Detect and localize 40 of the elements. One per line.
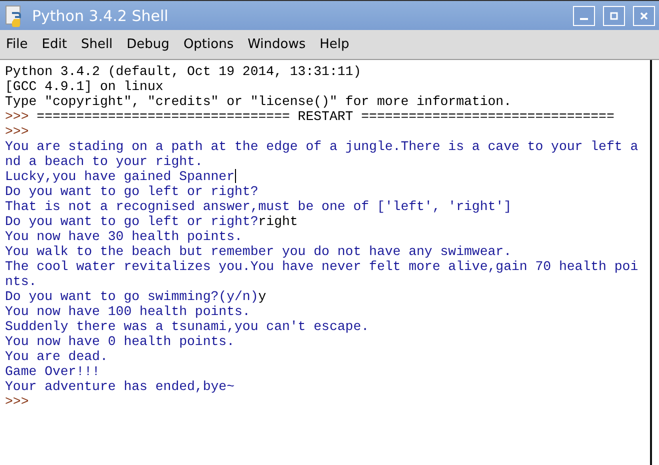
shell-prompt: >>> — [5, 109, 30, 124]
typed-text: y — [258, 289, 266, 304]
program-output: The cool water revitalizes you.You have never felt more alive,gain 70 health poi — [5, 259, 638, 274]
menu-item[interactable]: File — [2, 37, 32, 52]
output-text: ================================ RESTART ================================ — [36, 109, 614, 124]
menu-item[interactable]: Options — [179, 37, 238, 52]
program-output: Game Over!!! — [5, 364, 100, 379]
menu-item[interactable]: Windows — [244, 37, 310, 52]
program-output: You walk to the beach but remember you do not have any swimwear. — [5, 244, 512, 259]
output-text: Python 3.4.2 (default, Oct 19 2014, 13:31:11) — [5, 64, 362, 79]
program-output: nts. — [5, 274, 37, 289]
menu-item[interactable]: Debug — [122, 37, 174, 52]
program-output: That is not a recognised answer,must be one of ['left', 'right'] — [5, 199, 512, 214]
program-output: Your adventure has ended,bye~ — [5, 379, 234, 394]
output-text: Type "copyright", "credits" or "license()" for more information. — [5, 94, 512, 109]
program-output: You are stading on a path at the edge of a jungle.There is a cave to your left a — [5, 139, 638, 154]
program-output: Do you want to go left or right? — [5, 214, 258, 229]
program-output: Suddenly there was a tsunami,you can't escape. — [5, 319, 370, 334]
menu-item[interactable]: Edit — [38, 37, 71, 52]
program-output: You now have 0 health points. — [5, 334, 234, 349]
output-text: [GCC 4.9.1] on linux — [5, 79, 164, 94]
close-icon — [640, 12, 648, 20]
menu-item[interactable]: Help — [316, 37, 354, 52]
shell-prompt: >>> — [5, 394, 29, 409]
minimize-button[interactable] — [573, 6, 595, 26]
menu-item[interactable]: Shell — [76, 37, 117, 52]
program-output: You now have 30 health points. — [5, 229, 242, 244]
program-output: nd a beach to your right. — [5, 154, 203, 169]
shell-prompt: >>> — [5, 124, 30, 139]
program-output: You now have 100 health points. — [5, 304, 250, 319]
program-output: Lucky,you have gained Spanner — [5, 169, 234, 184]
maximize-button[interactable] — [603, 6, 625, 26]
minimize-icon — [580, 18, 588, 20]
maximize-icon — [610, 12, 618, 20]
program-output: You are dead. — [5, 349, 108, 364]
close-button[interactable] — [633, 6, 655, 26]
program-output: Do you want to go left or right? — [5, 184, 258, 199]
program-output: Do you want to go swimming?(y/n) — [5, 289, 258, 304]
typed-text: right — [258, 214, 298, 229]
window-title: Python 3.4.2 Shell — [32, 6, 170, 24]
